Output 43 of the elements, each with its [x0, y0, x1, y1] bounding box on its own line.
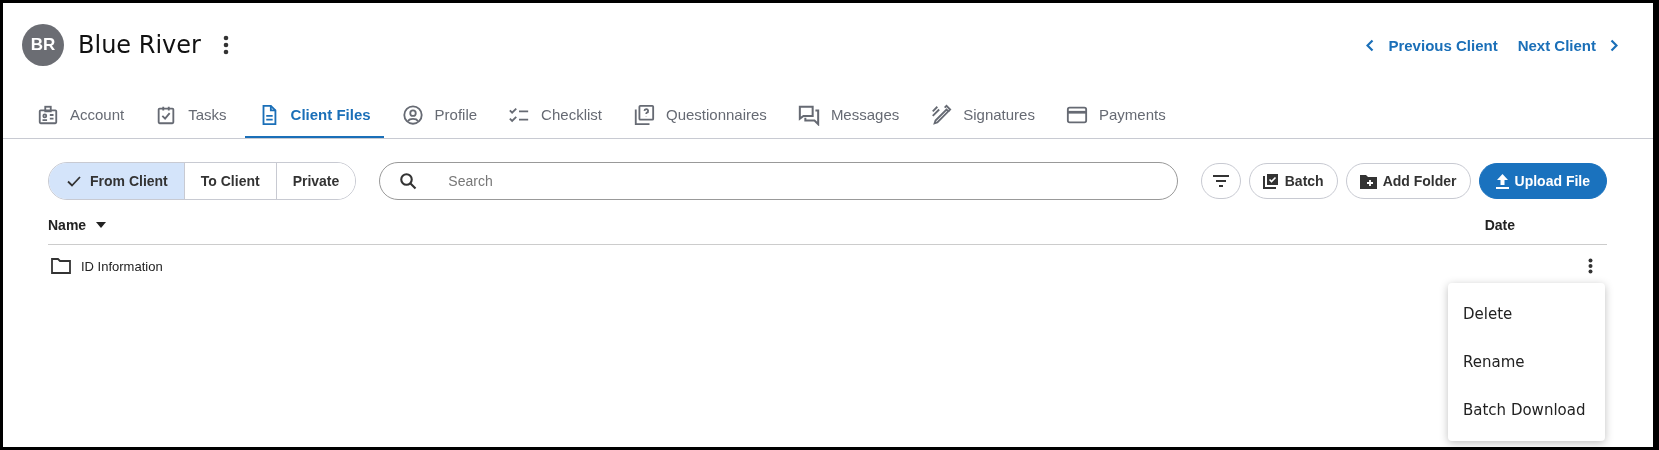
filter-button[interactable]	[1200, 163, 1241, 199]
batch-button[interactable]: Batch	[1248, 163, 1338, 199]
id-card-icon	[37, 103, 59, 126]
column-header[interactable]: Date	[1484, 216, 1515, 233]
search-field[interactable]: Search	[379, 162, 1178, 200]
tab[interactable]: Client Files	[244, 87, 384, 138]
avatar: BR	[22, 24, 64, 66]
tab[interactable]: Profile	[388, 87, 491, 138]
menu-item[interactable]: Rename	[1448, 338, 1605, 386]
chevron-right-icon	[1610, 38, 1618, 52]
search-icon	[399, 172, 418, 190]
tab[interactable]: Payments	[1052, 87, 1179, 138]
menu-item[interactable]: Delete	[1448, 290, 1605, 338]
add-folder-button[interactable]: Add Folder	[1345, 163, 1471, 199]
file-name[interactable]: ID Information	[81, 258, 163, 274]
filter-segment[interactable]: Private	[275, 163, 356, 199]
sort-caret-icon	[96, 221, 107, 228]
tab[interactable]: Signatures	[917, 87, 1048, 138]
filter-segment[interactable]: From Client	[49, 163, 184, 199]
user-circle-icon	[401, 103, 424, 126]
client-name: Blue River	[78, 31, 201, 59]
chevron-left-icon	[1366, 38, 1375, 52]
question-pages-icon	[632, 103, 655, 126]
chat-bubbles-icon	[797, 103, 820, 126]
upload-icon	[1495, 173, 1509, 189]
add-folder-icon	[1359, 173, 1377, 189]
previous-client-link[interactable]: Previous Client	[1366, 36, 1498, 54]
tab[interactable]: Account	[24, 87, 138, 138]
filter-icon	[1211, 174, 1230, 188]
check-icon	[67, 175, 81, 187]
tab[interactable]: Checklist	[495, 87, 615, 138]
tab[interactable]: Messages	[784, 87, 913, 138]
more-options-icon[interactable]	[222, 35, 229, 55]
tab[interactable]: Questionnaires	[619, 87, 780, 138]
checked-stack-icon	[1262, 173, 1279, 189]
tab[interactable]: Tasks	[142, 87, 240, 138]
upload-button[interactable]: Upload File	[1478, 163, 1607, 199]
more-options-icon[interactable]	[1588, 258, 1593, 274]
menu-item[interactable]: Batch Download	[1448, 386, 1605, 434]
next-client-link[interactable]: Next Client	[1517, 36, 1618, 54]
pen-icon	[930, 103, 953, 126]
folder-icon	[51, 258, 71, 274]
column-header[interactable]: Name	[48, 216, 107, 233]
